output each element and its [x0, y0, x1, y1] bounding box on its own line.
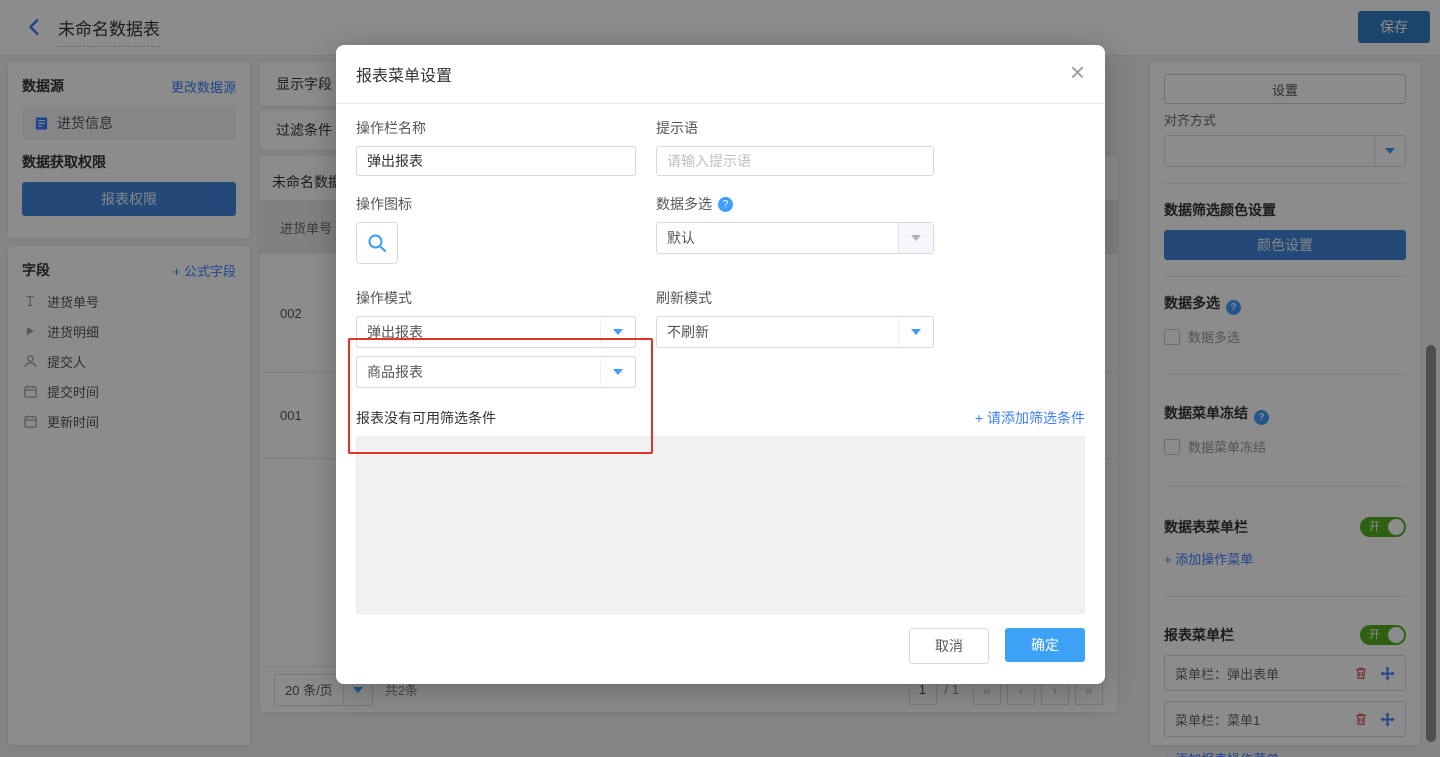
chevron-down-icon	[911, 329, 921, 335]
report-select[interactable]: 商品报表	[356, 356, 636, 388]
confirm-button[interactable]: 确定	[1005, 628, 1085, 662]
prompt-label: 提示语	[656, 120, 698, 136]
action-mode-value: 弹出报表	[367, 324, 423, 340]
data-multiselect-select[interactable]: 默认	[656, 222, 934, 254]
help-icon[interactable]: ?	[718, 196, 733, 212]
action-icon-button[interactable]	[356, 222, 398, 264]
data-multiselect-label: 数据多选?	[656, 194, 934, 214]
cancel-button[interactable]: 取消	[909, 628, 989, 664]
report-menu-settings-dialog: 报表菜单设置 × 操作栏名称 提示语 操作图标	[336, 45, 1105, 684]
chevron-down-icon	[613, 329, 623, 335]
app-root: 未命名数据表 保存 数据源 更改数据源 进货信息 数据获取权限 报表权限 字段 …	[0, 0, 1440, 757]
chevron-down-icon	[911, 235, 921, 241]
prompt-input[interactable]	[656, 146, 934, 176]
action-bar-name-label: 操作栏名称	[356, 120, 426, 136]
action-mode-select[interactable]: 弹出报表	[356, 316, 636, 348]
refresh-mode-value: 不刷新	[667, 324, 709, 340]
close-icon[interactable]: ×	[1070, 57, 1085, 87]
chevron-down-icon	[613, 369, 623, 375]
action-mode-label: 操作模式	[356, 290, 412, 306]
refresh-mode-label: 刷新模式	[656, 290, 712, 306]
dialog-title: 报表菜单设置	[356, 68, 453, 85]
filter-conditions-area	[356, 436, 1085, 614]
search-icon	[368, 234, 386, 252]
data-multiselect-value: 默认	[667, 230, 695, 246]
add-filter-link[interactable]: + 请添加筛选条件	[975, 408, 1085, 428]
filter-empty-note: 报表没有可用筛选条件	[356, 410, 496, 426]
action-icon-label: 操作图标	[356, 196, 412, 212]
report-select-value: 商品报表	[367, 364, 423, 380]
action-bar-name-input[interactable]	[356, 146, 636, 176]
refresh-mode-select[interactable]: 不刷新	[656, 316, 934, 348]
